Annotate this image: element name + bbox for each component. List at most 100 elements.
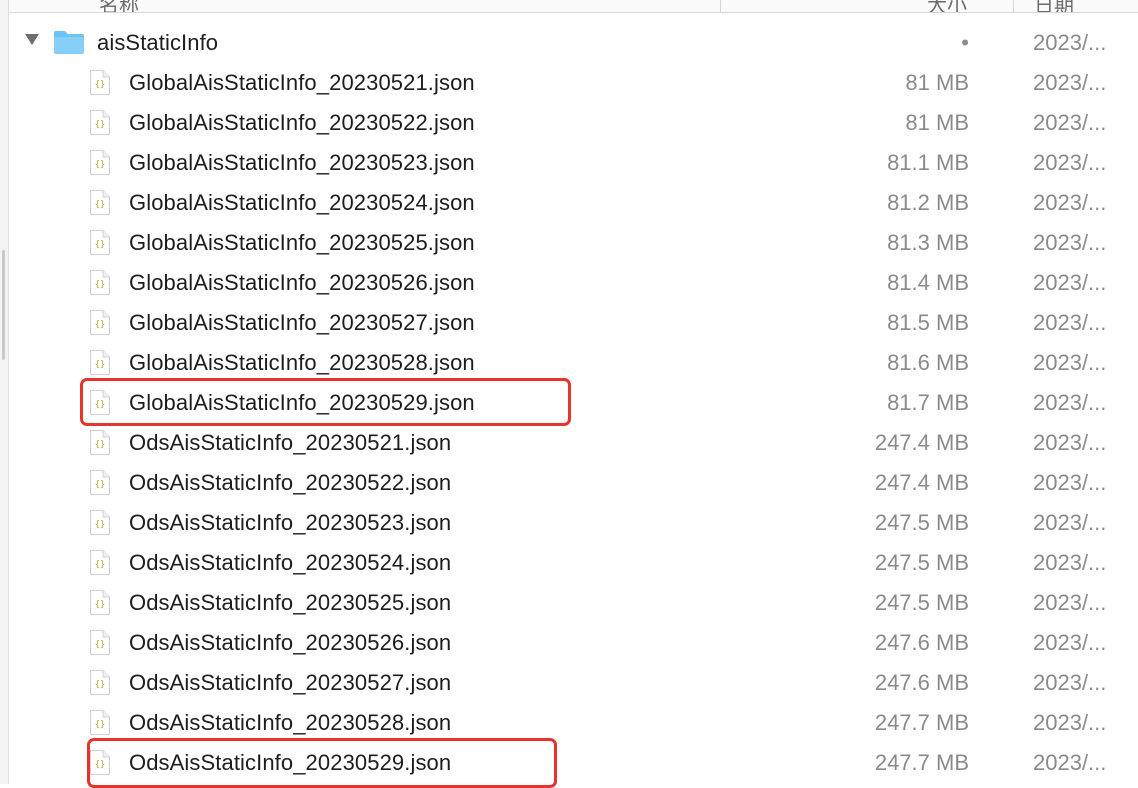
folder-row[interactable]: aisStaticInfo • 2023/... <box>0 22 1138 62</box>
file-name: GlobalAisStaticInfo_20230528.json <box>129 350 475 375</box>
file-row[interactable]: {} GlobalAisStaticInfo_20230529.json 81.… <box>0 378 1138 426</box>
json-file-icon: {} <box>90 550 110 575</box>
file-row[interactable]: {} OdsAisStaticInfo_20230521.json 247.4 … <box>0 422 1138 462</box>
json-file-icon: {} <box>90 70 110 95</box>
file-date: 2023/... <box>1033 70 1107 95</box>
file-row[interactable]: {} GlobalAisStaticInfo_20230523.json 81.… <box>0 142 1138 182</box>
file-row[interactable]: {} OdsAisStaticInfo_20230524.json 247.5 … <box>0 542 1138 582</box>
file-date: 2023/... <box>1033 150 1107 175</box>
file-name: GlobalAisStaticInfo_20230529.json <box>129 390 475 415</box>
svg-text:{}: {} <box>95 320 106 330</box>
json-file-icon: {} <box>90 750 110 775</box>
svg-text:{}: {} <box>95 120 106 130</box>
file-row[interactable]: {} GlobalAisStaticInfo_20230526.json 81.… <box>0 262 1138 302</box>
file-row[interactable]: {} OdsAisStaticInfo_20230525.json 247.5 … <box>0 582 1138 622</box>
column-divider[interactable] <box>1013 0 1014 12</box>
column-header-date[interactable]: 日期 <box>1034 0 1074 12</box>
svg-text:{}: {} <box>95 480 106 490</box>
file-size: 247.7 MB <box>874 750 969 775</box>
file-name: OdsAisStaticInfo_20230525.json <box>129 590 452 615</box>
file-row[interactable]: {} GlobalAisStaticInfo_20230528.json 81.… <box>0 342 1138 382</box>
svg-text:{}: {} <box>95 560 106 570</box>
file-row[interactable]: {} GlobalAisStaticInfo_20230525.json 81.… <box>0 222 1138 262</box>
file-name: GlobalAisStaticInfo_20230524.json <box>129 190 475 215</box>
json-file-icon: {} <box>90 670 110 695</box>
folder-name: aisStaticInfo <box>97 30 219 55</box>
json-file-icon: {} <box>90 310 110 335</box>
file-size: 247.6 MB <box>874 630 969 655</box>
file-size: 247.7 MB <box>874 710 969 735</box>
file-row[interactable]: {} GlobalAisStaticInfo_20230524.json 81.… <box>0 182 1138 222</box>
file-date: 2023/... <box>1033 390 1107 415</box>
file-date: 2023/... <box>1033 590 1107 615</box>
file-row[interactable]: {} OdsAisStaticInfo_20230527.json 247.6 … <box>0 662 1138 702</box>
file-name: OdsAisStaticInfo_20230521.json <box>129 430 452 455</box>
svg-text:{}: {} <box>95 720 106 730</box>
json-file-icon: {} <box>90 350 110 375</box>
disclosure-triangle-icon[interactable] <box>25 34 39 45</box>
file-name: GlobalAisStaticInfo_20230522.json <box>129 110 475 135</box>
file-list: aisStaticInfo • 2023/... {} GlobalAisSta… <box>0 22 1138 788</box>
file-size: 81.6 MB <box>887 350 969 375</box>
folder-icon <box>54 31 84 54</box>
file-row[interactable]: {} OdsAisStaticInfo_20230522.json 247.4 … <box>0 462 1138 502</box>
json-file-icon: {} <box>90 510 110 535</box>
svg-text:{}: {} <box>95 640 106 650</box>
file-size: 81 MB <box>905 70 969 95</box>
file-name: OdsAisStaticInfo_20230526.json <box>129 630 452 655</box>
file-date: 2023/... <box>1033 470 1107 495</box>
file-name: OdsAisStaticInfo_20230528.json <box>129 710 452 735</box>
column-header-name[interactable]: 名称 <box>99 0 139 12</box>
file-name: GlobalAisStaticInfo_20230527.json <box>129 310 475 335</box>
folder-date: 2023/... <box>1033 30 1107 55</box>
json-file-icon: {} <box>90 110 110 135</box>
file-row[interactable]: {} GlobalAisStaticInfo_20230522.json 81 … <box>0 102 1138 142</box>
file-row[interactable]: {} OdsAisStaticInfo_20230523.json 247.5 … <box>0 502 1138 542</box>
file-row[interactable]: {} OdsAisStaticInfo_20230529.json 247.7 … <box>0 738 1138 788</box>
file-name: OdsAisStaticInfo_20230522.json <box>129 470 452 495</box>
json-file-icon: {} <box>90 430 110 455</box>
svg-text:{}: {} <box>95 600 106 610</box>
file-size: 81 MB <box>905 110 969 135</box>
file-row[interactable]: {} GlobalAisStaticInfo_20230521.json 81 … <box>0 62 1138 102</box>
file-date: 2023/... <box>1033 190 1107 215</box>
file-name: GlobalAisStaticInfo_20230521.json <box>129 70 475 95</box>
file-row[interactable]: {} GlobalAisStaticInfo_20230527.json 81.… <box>0 302 1138 342</box>
file-size: 247.4 MB <box>874 430 969 455</box>
svg-text:{}: {} <box>95 680 106 690</box>
svg-text:{}: {} <box>95 240 106 250</box>
file-size: 81.7 MB <box>887 390 969 415</box>
json-file-icon: {} <box>90 630 110 655</box>
file-date: 2023/... <box>1033 670 1107 695</box>
svg-text:{}: {} <box>95 400 106 410</box>
file-size: 247.4 MB <box>874 470 969 495</box>
file-row[interactable]: {} OdsAisStaticInfo_20230526.json 247.6 … <box>0 622 1138 662</box>
json-file-icon: {} <box>90 710 110 735</box>
svg-text:{}: {} <box>95 160 106 170</box>
folder-size: • <box>961 30 969 55</box>
file-date: 2023/... <box>1033 270 1107 295</box>
file-size: 247.6 MB <box>874 670 969 695</box>
svg-text:{}: {} <box>95 80 106 90</box>
column-header-size[interactable]: 大小 <box>927 0 967 12</box>
file-date: 2023/... <box>1033 710 1107 735</box>
file-name: GlobalAisStaticInfo_20230525.json <box>129 230 475 255</box>
file-date: 2023/... <box>1033 230 1107 255</box>
json-file-icon: {} <box>90 230 110 255</box>
column-divider[interactable] <box>720 0 721 12</box>
file-size: 81.2 MB <box>887 190 969 215</box>
file-size: 247.5 MB <box>874 550 969 575</box>
file-size: 81.1 MB <box>887 150 969 175</box>
json-file-icon: {} <box>90 390 110 415</box>
svg-text:{}: {} <box>95 760 106 770</box>
file-size: 81.5 MB <box>887 310 969 335</box>
file-date: 2023/... <box>1033 550 1107 575</box>
file-date: 2023/... <box>1033 110 1107 135</box>
svg-text:{}: {} <box>95 520 106 530</box>
file-size: 247.5 MB <box>874 510 969 535</box>
file-name: OdsAisStaticInfo_20230529.json <box>129 750 452 775</box>
file-size: 81.4 MB <box>887 270 969 295</box>
file-row[interactable]: {} OdsAisStaticInfo_20230528.json 247.7 … <box>0 702 1138 742</box>
file-size: 81.3 MB <box>887 230 969 255</box>
file-date: 2023/... <box>1033 510 1107 535</box>
